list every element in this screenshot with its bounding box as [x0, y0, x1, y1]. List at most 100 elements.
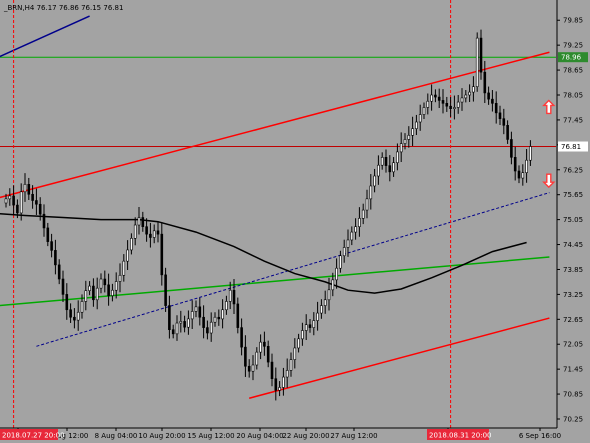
chart-title: _BRN,H4 76.17 76.86 76.15 76.81 — [3, 4, 123, 12]
candle — [107, 273, 110, 306]
candle — [464, 90, 468, 103]
candle — [190, 300, 194, 329]
bear-candle-body — [16, 204, 19, 214]
candle — [152, 224, 156, 244]
bull-candle-body — [350, 231, 354, 241]
candle — [407, 126, 411, 148]
bull-candle-body — [380, 157, 384, 166]
candle — [434, 89, 437, 103]
candle — [164, 267, 167, 312]
bear-candle-body — [240, 327, 243, 348]
candle — [130, 233, 133, 255]
candle — [392, 157, 395, 177]
bear-candle-body — [236, 303, 240, 328]
bull-candle-body — [472, 86, 475, 93]
bear-candle-body — [308, 324, 312, 328]
candle — [494, 91, 498, 124]
green-level-label: 78.96 — [561, 54, 582, 62]
bull-candle-body — [152, 230, 156, 238]
candle — [263, 331, 266, 356]
down-arrow-icon — [542, 173, 556, 189]
price-chart[interactable]: 79.8579.2578.6578.0577.4576.8576.2575.65… — [0, 0, 590, 443]
bull-candle-body — [190, 311, 194, 320]
bull-candle-body — [426, 100, 430, 108]
candle — [95, 277, 99, 310]
black-trendline — [0, 67, 549, 95]
candle — [437, 88, 441, 109]
candle — [213, 312, 217, 327]
bull-candle-body — [346, 239, 350, 248]
candle — [396, 143, 399, 171]
bear-candle-body — [498, 112, 502, 119]
bull-candle-body — [88, 285, 91, 291]
candle — [289, 352, 293, 377]
bear-candle-body — [69, 309, 72, 318]
bear-candle-body — [168, 305, 171, 330]
candle — [73, 308, 76, 329]
bull-candle-body — [4, 198, 8, 204]
bull-candle-body — [80, 301, 84, 313]
bear-candle-body — [27, 184, 31, 195]
candle — [171, 324, 175, 339]
time-axis[interactable]: 31 Jul 20:003 Aug 12:008 Aug 04:0010 Aug… — [0, 428, 561, 440]
bull-candle-body — [111, 289, 114, 296]
candle — [498, 105, 502, 126]
bear-candle-body — [50, 241, 53, 251]
bear-candle-body — [247, 365, 251, 372]
bull-candle-body — [365, 198, 369, 211]
bear-candle-body — [483, 71, 487, 94]
bear-candle-body — [232, 289, 236, 305]
bear-candle-body — [92, 285, 95, 301]
candle — [304, 314, 308, 340]
candle — [278, 381, 281, 397]
bear-candle-body — [441, 100, 445, 104]
bull-candle-body — [118, 274, 122, 282]
time-marker-label: 2018.07.27 20:00 — [2, 432, 64, 440]
candle — [183, 315, 186, 333]
bull-candle-body — [293, 347, 297, 360]
candle — [320, 299, 323, 319]
bear-candle-body — [449, 105, 452, 110]
moving-average-line — [0, 213, 527, 294]
candle — [46, 222, 50, 247]
candle — [217, 309, 221, 326]
candle — [251, 355, 255, 381]
candle — [247, 359, 251, 378]
time-tick-label: 15 Aug 12:00 — [187, 432, 234, 440]
candle — [35, 188, 38, 215]
candle — [274, 367, 278, 401]
bull-candle-body — [335, 267, 338, 281]
bull-candle-body — [369, 185, 373, 200]
bear-candle-body — [270, 361, 274, 380]
candle — [510, 131, 513, 165]
candle — [23, 173, 27, 202]
bull-candle-body — [358, 218, 361, 227]
bear-candle-body — [149, 233, 152, 238]
candle — [487, 86, 490, 105]
bull-candle-body — [339, 255, 342, 269]
candle — [475, 32, 479, 92]
bear-candle-body — [202, 316, 205, 328]
bull-candle-body — [529, 146, 532, 161]
bull-candle-body — [187, 318, 190, 328]
candle — [388, 155, 392, 182]
price-tick-label: 71.45 — [563, 366, 583, 374]
candle — [479, 29, 483, 80]
candle — [365, 189, 369, 219]
bear-candle-body — [171, 329, 175, 335]
bull-candle-body — [407, 134, 411, 140]
candle — [12, 185, 15, 215]
candle — [141, 211, 145, 232]
bull-candle-body — [430, 94, 433, 102]
bear-candle-body — [107, 284, 110, 296]
bull-candle-body — [361, 209, 365, 219]
candle — [69, 303, 72, 323]
bull-candle-body — [133, 224, 137, 239]
red-trendline — [0, 51, 550, 199]
price-tick-label: 78.05 — [563, 92, 583, 100]
bear-candle-body — [437, 96, 441, 101]
bear-candle-body — [42, 213, 46, 229]
candle — [483, 60, 487, 104]
candle — [373, 168, 376, 193]
bull-candle-body — [8, 195, 12, 200]
